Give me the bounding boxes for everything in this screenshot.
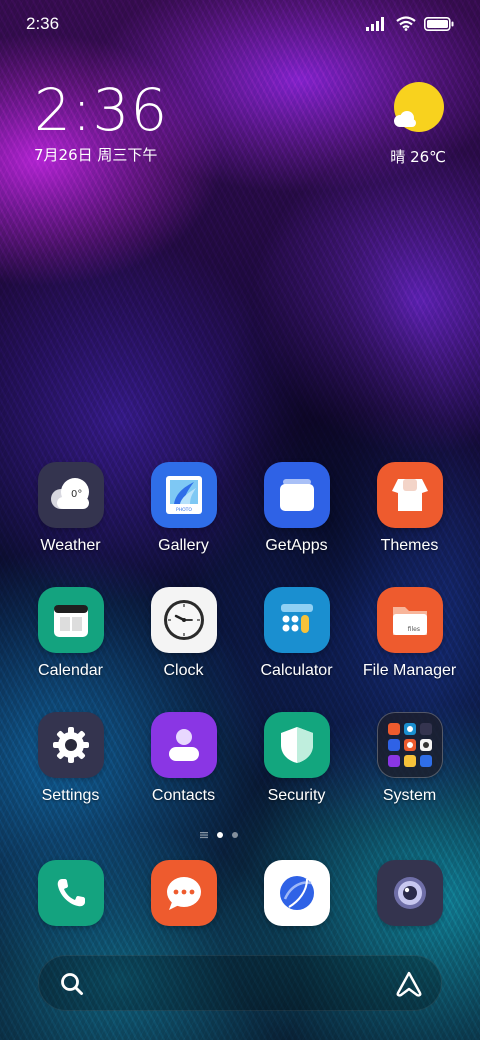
security-icon <box>263 712 330 778</box>
calendar-icon <box>37 587 104 653</box>
settings-icon <box>37 712 104 778</box>
messages-icon <box>150 860 217 926</box>
status-icons <box>366 16 454 31</box>
app-label: Themes <box>380 537 439 554</box>
app-label: File Manager <box>362 662 457 679</box>
browser-icon <box>263 860 330 926</box>
app-label: Calculator <box>260 662 333 679</box>
app-label: System <box>382 787 437 804</box>
app-security[interactable]: Security <box>240 712 353 822</box>
weather-widget[interactable]: 晴 26℃ <box>356 82 446 172</box>
file-manager-icon: files <box>376 587 443 653</box>
contacts-icon <box>150 712 217 778</box>
gallery-icon-text: PHOTO <box>176 507 192 513</box>
themes-icon <box>376 462 443 528</box>
files-icon-text: files <box>407 626 419 633</box>
app-label: Settings <box>41 787 100 804</box>
assistant-icon[interactable] <box>395 970 423 998</box>
page-indicator[interactable] <box>200 830 248 840</box>
page-dot-list-icon <box>200 832 208 839</box>
app-contacts[interactable]: Contacts <box>127 712 240 822</box>
folder-system[interactable]: System <box>353 712 466 822</box>
app-label: Weather <box>40 537 101 554</box>
widget-date: 7月26日 周三下午 <box>34 146 158 164</box>
app-label: Contacts <box>151 787 216 804</box>
weather-icon: 0° <box>37 462 104 528</box>
dock-camera[interactable] <box>353 860 466 930</box>
status-bar: 2:36 <box>0 0 480 48</box>
search-icon[interactable] <box>59 971 85 997</box>
app-calculator[interactable]: Calculator <box>240 587 353 697</box>
app-calendar[interactable]: Calendar <box>14 587 127 697</box>
getapps-icon <box>263 462 330 528</box>
app-label: Calendar <box>38 662 103 679</box>
app-label: Gallery <box>158 537 209 554</box>
app-label: Security <box>267 787 326 804</box>
clock-icon <box>150 587 217 653</box>
battery-icon <box>424 16 454 31</box>
app-label: GetApps <box>265 537 328 554</box>
folder-icon <box>376 712 443 778</box>
app-settings[interactable]: Settings <box>14 712 127 822</box>
wifi-icon <box>396 16 416 31</box>
app-gallery[interactable]: PHOTO Gallery <box>127 462 240 572</box>
home-screen: { "status_bar": { "time": "2:36" }, "clo… <box>0 0 480 1040</box>
weather-text: 晴 26℃ <box>390 148 446 166</box>
sun-cloud-icon <box>394 82 444 132</box>
page-dot-active <box>217 832 223 838</box>
app-file-manager[interactable]: files File Manager <box>353 587 466 697</box>
app-clock[interactable]: Clock <box>127 587 240 697</box>
app-getapps[interactable]: GetApps <box>240 462 353 572</box>
gallery-icon: PHOTO <box>150 462 217 528</box>
dock-browser[interactable] <box>240 860 353 930</box>
camera-icon <box>376 860 443 926</box>
app-themes[interactable]: Themes <box>353 462 466 572</box>
search-bar[interactable] <box>38 955 442 1011</box>
phone-icon <box>37 860 104 926</box>
calculator-icon <box>263 587 330 653</box>
status-time: 2:36 <box>26 14 60 33</box>
clock-widget[interactable]: 2:36 7月26日 周三下午 <box>34 78 234 168</box>
weather-icon-text: 0° <box>71 489 82 500</box>
dock-messages[interactable] <box>127 860 240 930</box>
widget-time: 2:36 <box>34 76 169 144</box>
app-weather[interactable]: 0° Weather <box>14 462 127 572</box>
signal-icon <box>366 16 384 31</box>
dock-phone[interactable] <box>14 860 127 930</box>
page-dot <box>232 832 238 838</box>
app-label: Clock <box>163 662 204 679</box>
